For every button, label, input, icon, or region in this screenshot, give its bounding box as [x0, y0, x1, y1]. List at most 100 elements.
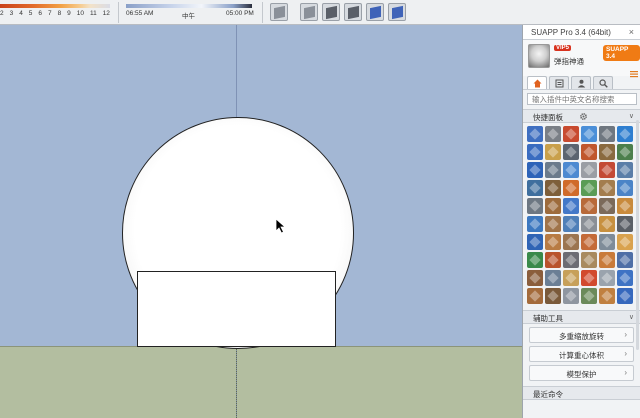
plugin-tool-icon[interactable] [545, 234, 561, 250]
plugin-tool-icon[interactable] [527, 144, 543, 160]
tab-search[interactable] [593, 76, 613, 89]
chevron-right-icon: › [624, 368, 627, 377]
plugin-tool-icon[interactable] [563, 216, 579, 232]
chevron-down-icon[interactable]: ∨ [629, 313, 634, 321]
plugin-tool-icon[interactable] [545, 252, 561, 268]
quick-panel-header[interactable]: 快捷面板 ∨ [523, 109, 640, 123]
hidden-line-cube-icon[interactable] [322, 3, 340, 21]
plugin-tool-icon[interactable] [599, 180, 615, 196]
plugin-tool-icon[interactable] [599, 216, 615, 232]
panel-tabs [523, 76, 640, 90]
plugin-tool-icon[interactable] [599, 234, 615, 250]
tab-home[interactable] [527, 76, 547, 89]
center-of-mass-button[interactable]: 计算重心体积 › [529, 346, 634, 362]
plugin-tool-icon[interactable] [527, 198, 543, 214]
xray-cube-icon[interactable] [270, 3, 288, 21]
plugin-tool-icon[interactable] [545, 144, 561, 160]
plugin-search-input[interactable] [527, 93, 637, 105]
username[interactable]: 弹指神通 [554, 56, 584, 67]
box-model[interactable] [137, 271, 336, 347]
plugin-tool-icon[interactable] [617, 180, 633, 196]
month-gradient-bar[interactable] [0, 4, 110, 8]
plugin-tool-icon[interactable] [581, 288, 597, 304]
plugin-tool-icon[interactable] [617, 216, 633, 232]
plugin-tool-icon[interactable] [563, 234, 579, 250]
plugin-tool-icon[interactable] [581, 270, 597, 286]
plugin-tool-icon[interactable] [545, 198, 561, 214]
plugin-tool-icon[interactable] [581, 180, 597, 196]
plugin-tool-icon[interactable] [599, 270, 615, 286]
shaded-texture-cube-icon[interactable] [366, 3, 384, 21]
plugin-tool-icon[interactable] [563, 288, 579, 304]
toolbar-separator [118, 2, 119, 23]
plugin-tool-icon[interactable] [563, 126, 579, 142]
tab-user[interactable] [571, 76, 591, 89]
shadow-time-slider[interactable]: 06:55 AM 中午 05:00 PM [126, 0, 254, 25]
plugin-tool-icon[interactable] [527, 234, 543, 250]
plugin-tool-icon[interactable] [545, 288, 561, 304]
plugin-tool-icon[interactable] [599, 126, 615, 142]
plugin-tool-icon[interactable] [527, 252, 543, 268]
month-label: 10 [76, 10, 84, 17]
shadow-month-slider[interactable]: 2 3 4 5 6 7 8 9 10 11 12 [0, 0, 112, 25]
plugin-tool-icon[interactable] [527, 216, 543, 232]
wireframe-cube-icon[interactable] [300, 3, 318, 21]
plugin-tool-icon[interactable] [527, 288, 543, 304]
panel-scrollbar[interactable] [636, 120, 639, 350]
shaded-cube-icon[interactable] [344, 3, 362, 21]
close-icon[interactable]: × [629, 27, 634, 37]
plugin-tool-icon[interactable] [545, 270, 561, 286]
month-label: 7 [47, 10, 52, 17]
plugin-tool-icon[interactable] [617, 126, 633, 142]
version-badge[interactable]: SUAPP 3.4 [603, 45, 640, 61]
plugin-tool-icon[interactable] [527, 162, 543, 178]
aux-tools-header[interactable]: 辅助工具 ∨ [523, 310, 640, 324]
plugin-tool-icon[interactable] [563, 144, 579, 160]
plugin-tool-icon[interactable] [599, 288, 615, 304]
plugin-tool-icon[interactable] [563, 180, 579, 196]
plugin-tool-icon[interactable] [599, 252, 615, 268]
plugin-tool-icon[interactable] [617, 198, 633, 214]
plugin-tool-icon[interactable] [599, 144, 615, 160]
aux-button-label: 计算重心体积 [559, 351, 604, 360]
plugin-tool-icon[interactable] [545, 180, 561, 196]
model-protect-button[interactable]: 模型保护 › [529, 365, 634, 381]
recent-commands-header[interactable]: 最近命令 [523, 386, 640, 400]
plugin-tool-icon[interactable] [563, 198, 579, 214]
plugin-tool-icon[interactable] [563, 162, 579, 178]
avatar[interactable] [528, 44, 550, 68]
plugin-tool-icon[interactable] [563, 270, 579, 286]
plugin-tool-icon[interactable] [581, 162, 597, 178]
plugin-tool-icon[interactable] [617, 252, 633, 268]
plugin-tool-icon[interactable] [581, 144, 597, 160]
recent-commands-label: 最近命令 [533, 390, 563, 399]
plugin-tool-icon[interactable] [545, 216, 561, 232]
chevron-down-icon[interactable]: ∨ [629, 112, 634, 120]
plugin-tool-icon[interactable] [617, 234, 633, 250]
plugin-tool-icon[interactable] [545, 126, 561, 142]
plugin-tool-icon[interactable] [581, 216, 597, 232]
plugin-tool-icon[interactable] [527, 270, 543, 286]
plugin-tool-icon[interactable] [545, 162, 561, 178]
monochrome-cube-icon[interactable] [388, 3, 406, 21]
plugin-tool-icon[interactable] [581, 234, 597, 250]
plugin-tool-icon[interactable] [617, 288, 633, 304]
gear-icon[interactable] [579, 112, 588, 121]
time-gradient-bar[interactable] [126, 4, 252, 8]
plugin-tool-icon[interactable] [581, 198, 597, 214]
plugin-tool-icon[interactable] [527, 126, 543, 142]
chevron-right-icon: › [624, 330, 627, 339]
plugin-tool-icon[interactable] [581, 252, 597, 268]
plugin-tool-icon[interactable] [617, 270, 633, 286]
plugin-tool-icon[interactable] [563, 252, 579, 268]
user-info: VIP5 弹指神通 SUAPP 3.4 [523, 40, 640, 78]
plugin-tool-icon[interactable] [599, 162, 615, 178]
plugin-tool-icon[interactable] [581, 126, 597, 142]
plugin-tool-icon[interactable] [527, 180, 543, 196]
tab-list[interactable] [549, 76, 569, 89]
plugin-tool-icon[interactable] [599, 198, 615, 214]
multi-scale-rotate-button[interactable]: 多重缩放旋转 › [529, 327, 634, 343]
model-viewport[interactable] [0, 25, 522, 418]
plugin-tool-icon[interactable] [617, 144, 633, 160]
plugin-tool-icon[interactable] [617, 162, 633, 178]
